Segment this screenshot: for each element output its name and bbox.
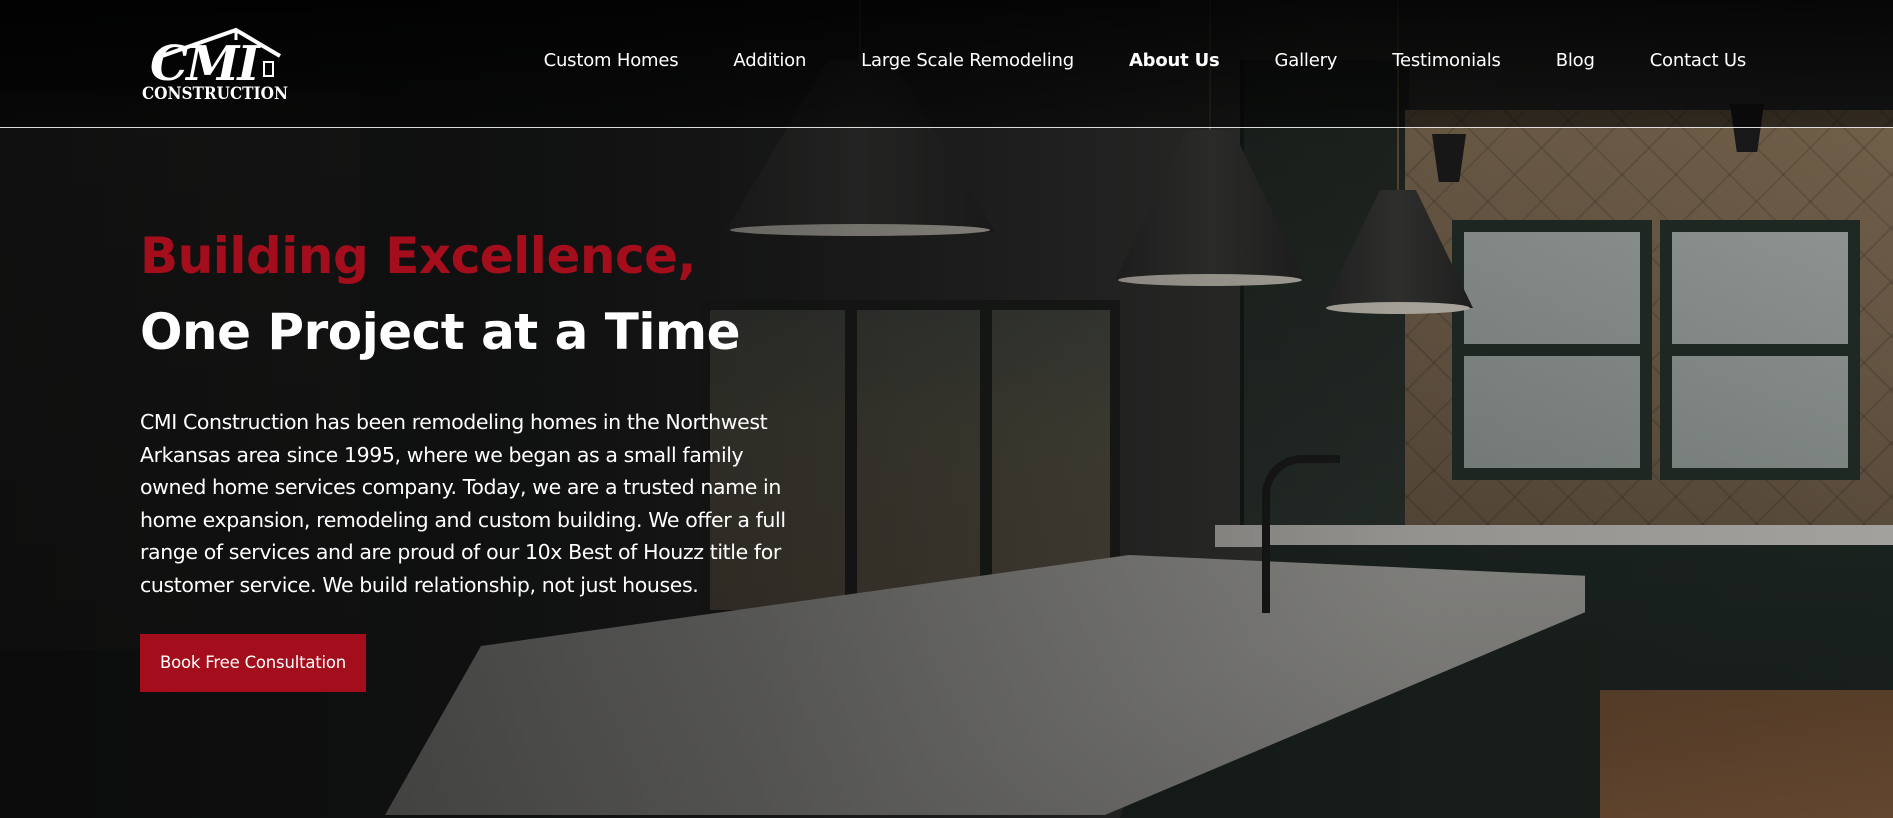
nav-link-custom-homes[interactable]: Custom Homes <box>544 50 679 71</box>
main-navigation: Custom Homes Addition Large Scale Remode… <box>489 50 1747 71</box>
svg-text:CONSTRUCTION: CONSTRUCTION <box>142 84 288 102</box>
hero-section: CMI CONSTRUCTION Custom Homes Addition L… <box>0 0 1893 818</box>
hero-title-accent: Building Excellence, <box>140 227 697 285</box>
book-free-consultation-button[interactable]: Book Free Consultation <box>140 634 367 692</box>
cmi-construction-logo[interactable]: CMI CONSTRUCTION <box>140 26 292 104</box>
nav-link-blog[interactable]: Blog <box>1556 50 1595 71</box>
site-header: CMI CONSTRUCTION Custom Homes Addition L… <box>0 0 1893 128</box>
hero-description: CMI Construction has been remodeling hom… <box>140 410 786 597</box>
logo-mark-icon: CMI CONSTRUCTION <box>142 27 288 104</box>
nav-link-about-us[interactable]: About Us <box>1129 50 1220 71</box>
nav-link-contact-us[interactable]: Contact Us <box>1650 50 1747 71</box>
hero-title: One Project at a Time <box>140 303 741 361</box>
nav-link-large-scale-remodeling[interactable]: Large Scale Remodeling <box>861 50 1074 71</box>
nav-link-addition[interactable]: Addition <box>733 50 806 71</box>
hero-content: Building Excellence, One Project at a Ti… <box>140 226 810 692</box>
nav-link-testimonials[interactable]: Testimonials <box>1392 50 1501 71</box>
nav-link-gallery[interactable]: Gallery <box>1275 50 1338 71</box>
